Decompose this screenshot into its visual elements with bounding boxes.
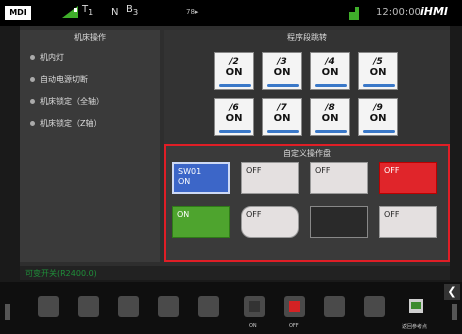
custom-button-6[interactable]: OFF: [241, 206, 299, 238]
auto-power-off-label: 自动电源切断: [40, 74, 88, 84]
return-reference-label: 返回参考点: [402, 324, 428, 330]
softkey-2[interactable]: [78, 296, 99, 317]
program-indicator: 78▸: [186, 8, 199, 16]
button-label: OFF: [246, 166, 262, 175]
skip-indicator-bar: [315, 130, 347, 133]
bullet-icon: [30, 76, 35, 82]
status-bar: MDI T1 N B3 78▸ 12:00:00 iHMI: [0, 0, 462, 26]
skip-state: ON: [273, 67, 291, 78]
skip-state: ON: [369, 113, 387, 124]
variable-switch-label: 可变开关(R2400.0): [25, 269, 97, 278]
skip-number: /9: [373, 103, 383, 113]
skip-number: /2: [229, 57, 239, 67]
skip-button-2[interactable]: /2 ON: [214, 52, 254, 90]
skip-indicator-bar: [219, 84, 251, 87]
bullet-icon: [30, 120, 35, 126]
signal-strength-icon: [62, 6, 78, 18]
softkey-1[interactable]: [38, 296, 59, 317]
machine-light-item[interactable]: 机内灯: [20, 46, 160, 68]
custom-button-4[interactable]: OFF: [379, 162, 437, 194]
button-label: ON: [177, 210, 190, 219]
skip-indicator-bar: [363, 130, 395, 133]
machine-operation-title: 机床操作: [74, 33, 106, 42]
custom-operation-panel: 自定义操作盘 SW01 ON OFF OFF OFF ON OFF OFF: [164, 144, 450, 262]
machine-lock-z-item[interactable]: 机床锁定（Z轴）: [20, 112, 160, 134]
skip-indicator-bar: [315, 84, 347, 87]
chevron-left-icon[interactable]: ❮: [444, 284, 460, 300]
brand-logo: iHMI: [420, 5, 449, 18]
skip-number: /3: [277, 57, 287, 67]
softkey-4[interactable]: [158, 296, 179, 317]
right-edge-tab[interactable]: [452, 304, 457, 320]
button-label: SW01: [178, 167, 202, 176]
sw01-button[interactable]: SW01 ON: [172, 162, 230, 194]
softkey-bar: ON OFF 返回参考点 ❮: [0, 282, 462, 334]
tool-number: 1: [88, 8, 94, 17]
skip-number: /4: [325, 57, 335, 67]
softkey-8[interactable]: [324, 296, 345, 317]
block-indicator: B3: [126, 4, 138, 17]
skip-state: ON: [321, 67, 339, 78]
skip-number: /8: [325, 103, 335, 113]
custom-button-5[interactable]: ON: [172, 206, 230, 238]
machine-operation-panel: 机床操作 机内灯 自动电源切断 机床锁定（全轴） 机床锁定（Z轴）: [20, 30, 160, 262]
skip-button-8[interactable]: /8 ON: [310, 98, 350, 136]
skip-state: ON: [321, 113, 339, 124]
skip-number: /5: [373, 57, 383, 67]
softkey-on-label: ON: [249, 323, 257, 329]
clock: 12:00:00: [376, 7, 421, 18]
button-label: OFF: [384, 210, 400, 219]
left-edge-tab[interactable]: [5, 304, 10, 320]
skip-state: ON: [273, 113, 291, 124]
skip-indicator-bar: [267, 84, 299, 87]
skip-button-5[interactable]: /5 ON: [358, 52, 398, 90]
bullet-icon: [30, 54, 35, 60]
button-state: ON: [178, 177, 191, 186]
skip-state: ON: [225, 67, 243, 78]
machine-lock-all-item[interactable]: 机床锁定（全轴）: [20, 90, 160, 112]
skip-button-4[interactable]: /4 ON: [310, 52, 350, 90]
skip-number: /7: [277, 103, 287, 113]
softkey-3[interactable]: [118, 296, 139, 317]
skip-number: /6: [229, 103, 239, 113]
machine-lock-all-label: 机床锁定（全轴）: [40, 96, 104, 106]
skip-button-6[interactable]: /6 ON: [214, 98, 254, 136]
custom-button-7[interactable]: [310, 206, 368, 238]
skip-state: ON: [225, 113, 243, 124]
return-reference-point-icon[interactable]: [408, 298, 424, 314]
block-b-label: B: [126, 4, 133, 15]
custom-button-2[interactable]: OFF: [241, 162, 299, 194]
button-label: OFF: [384, 166, 400, 175]
softkey-5[interactable]: [198, 296, 219, 317]
block-skip-title: 程序段跳转: [287, 33, 327, 42]
custom-button-8[interactable]: OFF: [379, 206, 437, 238]
skip-indicator-bar: [267, 130, 299, 133]
status-n: N: [111, 7, 119, 18]
softkey-9[interactable]: [364, 296, 385, 317]
skip-indicator-bar: [363, 84, 395, 87]
machine-light-label: 机内灯: [40, 52, 64, 62]
softkey-on[interactable]: [244, 296, 265, 317]
custom-panel-title: 自定义操作盘: [283, 149, 331, 158]
softkey-off-label: OFF: [289, 323, 299, 329]
status-line: 可变开关(R2400.0): [20, 266, 450, 280]
bullet-icon: [30, 98, 35, 104]
button-label: OFF: [315, 166, 331, 175]
machine-lock-z-label: 机床锁定（Z轴）: [40, 118, 102, 128]
main-area: 机床操作 机内灯 自动电源切断 机床锁定（全轴） 机床锁定（Z轴） 程序段跳转 …: [20, 26, 450, 266]
button-label: OFF: [246, 210, 262, 219]
softkey-off[interactable]: [284, 296, 305, 317]
skip-state: ON: [369, 67, 387, 78]
custom-button-3[interactable]: OFF: [310, 162, 368, 194]
mode-badge: MDI: [5, 6, 31, 20]
skip-button-3[interactable]: /3 ON: [262, 52, 302, 90]
handwheel-icon: [349, 7, 359, 20]
block-number: 3: [132, 7, 139, 17]
skip-indicator-bar: [219, 130, 251, 133]
skip-button-7[interactable]: /7 ON: [262, 98, 302, 136]
skip-button-9[interactable]: /9 ON: [358, 98, 398, 136]
tool-indicator: T1: [82, 4, 93, 17]
auto-power-off-item[interactable]: 自动电源切断: [20, 68, 160, 90]
